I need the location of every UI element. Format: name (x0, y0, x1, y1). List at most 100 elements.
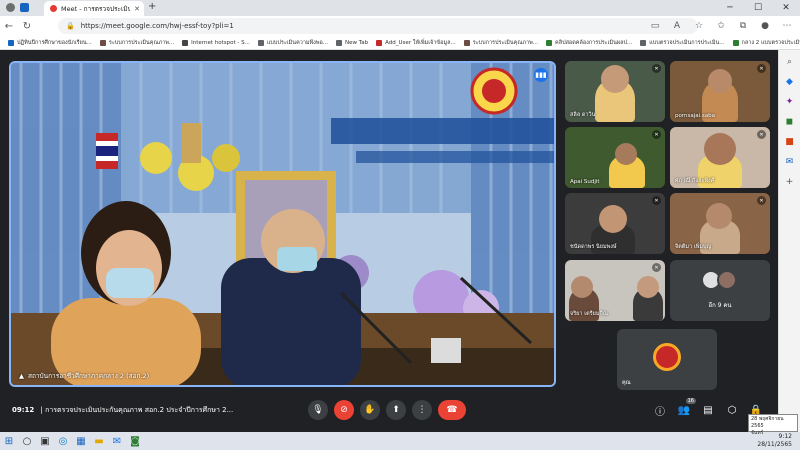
search-taskbar-icon[interactable]: ○ (18, 433, 36, 449)
present-button[interactable]: ⬆ (386, 400, 406, 420)
bookmark-label: ระบบการประเมินคุณภาพ... (472, 39, 539, 46)
tools-icon[interactable]: ✦ (784, 96, 796, 108)
people-button[interactable]: 👥 16 (677, 398, 696, 417)
participant-name: จริยา เตรียมกิณ (570, 311, 608, 317)
favorite-star-icon[interactable]: ☆ (690, 17, 708, 35)
store-icon[interactable]: ▦ (72, 433, 90, 449)
main-participant-label: สถาบันการอาชีวศึกษาภาคกลาง 2 (สอก.2) (28, 372, 150, 380)
bookmark-item[interactable]: ระบบการประเมินคุณภาพ... (463, 39, 539, 47)
bookmark-favicon-icon (463, 39, 470, 46)
mic-off-icon: ✕ (652, 130, 661, 139)
address-bar[interactable]: 🔒 https://meet.google.com/hwj-essf-toy?p… (58, 18, 698, 34)
new-tab-button[interactable]: + (148, 1, 156, 12)
bookmark-item[interactable]: กลาง 2 แบบตรวจประเมิน... (732, 39, 800, 47)
bookmark-item[interactable]: แบบตรวจประเมินการประเมิน... (640, 39, 725, 47)
meet-controls-bar: 09:12 | การตรวจประเมินประกันคุณภาพ สอก.2… (0, 394, 778, 426)
end-call-button[interactable]: ☎ (438, 400, 466, 420)
activities-button[interactable]: ⬡ (725, 403, 739, 417)
bookmark-item[interactable]: ปฏิทินปีการศึกษาของนักเรียน... (8, 39, 92, 47)
collections-icon[interactable]: ⧉ (734, 17, 752, 35)
main-video-tile[interactable]: ▮▮▮ ▲ สถาบันการอาชีวศึกษาภาคกลาง 2 (สอก.… (9, 61, 556, 387)
maximize-icon[interactable]: ☐ (744, 0, 772, 16)
taskbar: ⊞ ○ ▣ ◎ ▦ ▬ ✉ ◙ 9:12 28/11/2565 (0, 432, 800, 450)
mic-button[interactable]: 🎙 (308, 400, 328, 420)
participants-count-badge: 16 (685, 398, 696, 404)
tab-meet[interactable]: Meet - การตรวจประเมินประกัน... ✕ (44, 1, 144, 16)
participant-name: ชนัดดาพร นิยมพงษ์ (570, 244, 617, 250)
meeting-title: การตรวจประเมินประกันคุณภาพ สอก.2 ประจำปี… (45, 406, 234, 414)
outlook-icon[interactable]: ✉ (784, 156, 796, 168)
participant-tile[interactable]: ✕ ศุภาณี กังละพิงศ์ (670, 127, 770, 188)
bookmark-label: Internet hotspot - S... (191, 39, 250, 46)
bookmark-label: ปฏิทินปีการศึกษาของนักเรียน... (17, 39, 92, 46)
games-icon[interactable]: ◼ (784, 116, 796, 128)
self-tile[interactable]: คุณ (617, 329, 717, 390)
more-icon[interactable]: ⋯ (778, 17, 796, 35)
profile-icon[interactable] (6, 3, 15, 12)
bookmark-item[interactable]: คลิปสอดคล้องการประเมินผลป... (546, 39, 632, 47)
bookmark-label: New Tab (345, 39, 369, 46)
back-icon[interactable]: ← (0, 17, 18, 35)
workspaces-icon[interactable] (20, 3, 29, 12)
window-controls: ─ ☐ ✕ (716, 0, 800, 16)
read-aloud-icon[interactable]: A (668, 17, 686, 35)
participant-tile[interactable]: ✕ จิตติมา เพิ่มบุญ (670, 193, 770, 254)
line-app-icon[interactable]: ◙ (126, 433, 144, 449)
tooltip-day: จันทร์ (751, 430, 764, 436)
participant-tile[interactable]: ✕ pornsajai.saba (670, 61, 770, 122)
bookmark-favicon-icon (257, 39, 264, 46)
mic-off-icon: ✕ (652, 196, 661, 205)
self-name: คุณ (622, 380, 631, 386)
chat-button[interactable]: ▤ (701, 403, 715, 417)
mail-icon[interactable]: ✉ (108, 433, 126, 449)
chat-icon: ▤ (703, 404, 713, 416)
bookmark-item[interactable]: Internet hotspot - S... (182, 39, 250, 46)
add-icon[interactable]: + (784, 176, 796, 188)
close-window-icon[interactable]: ✕ (772, 0, 800, 16)
raise-hand-button[interactable]: ✋ (360, 400, 380, 420)
participant-tile[interactable]: ✕ ชนัดดาพร นิยมพงษ์ (565, 193, 665, 254)
meeting-details-button[interactable]: ⓘ (653, 403, 667, 418)
file-explorer-icon[interactable]: ▬ (90, 433, 108, 449)
bookmark-item[interactable]: แบบประเมินความพึงพอ... (257, 39, 329, 47)
more-options-button[interactable]: ⋮ (412, 400, 432, 420)
participant-tile[interactable]: ✕ Apai Sudjit (565, 127, 665, 188)
participant-name: จิตติมา เพิ่มบุญ (675, 244, 712, 250)
task-view-icon[interactable]: ▣ (36, 433, 54, 449)
bookmark-item[interactable]: Add_User ให้เพิ่มเจ้าข้อมูล... (376, 39, 456, 47)
participant-name: สลิล ดาวิน (570, 112, 596, 118)
bookmark-item[interactable]: New Tab (336, 39, 369, 46)
shopping-icon[interactable]: ◆ (784, 76, 796, 88)
bookmark-label: กลาง 2 แบบตรวจประเมิน... (741, 39, 800, 46)
bookmark-label: แบบประเมินความพึงพอ... (266, 39, 329, 46)
search-icon[interactable]: ⌕ (784, 56, 796, 68)
meeting-time: 09:12 (12, 406, 35, 414)
participant-tile[interactable]: ✕ สลิล ดาวิน (565, 61, 665, 122)
minimize-icon[interactable]: ─ (716, 0, 744, 16)
close-tab-icon[interactable]: ✕ (134, 5, 140, 13)
speaking-indicator-icon: ▮▮▮ (534, 68, 548, 82)
refresh-icon[interactable]: ↻ (18, 17, 36, 35)
bookmark-favicon-icon (376, 39, 383, 46)
favorites-icon[interactable]: ✩ (712, 17, 730, 35)
edge-icon[interactable]: ◎ (54, 433, 72, 449)
windows-start-icon[interactable]: ⊞ (0, 433, 18, 449)
profile-avatar-icon[interactable]: ● (756, 17, 774, 35)
lock-icon[interactable]: 🔒 (66, 22, 75, 30)
hand-icon: ✋ (364, 405, 376, 415)
participant-tile[interactable]: ✕ จริยา เตรียมกิณ (565, 260, 665, 321)
bookmark-label: Add_User ให้เพิ่มเจ้าข้อมูล... (385, 39, 456, 46)
camera-off-button[interactable]: ⊘ (334, 400, 354, 420)
bookmark-favicon-icon (182, 39, 189, 46)
mic-off-icon: ✕ (652, 263, 661, 272)
bookmark-favicon-icon (8, 39, 14, 46)
recording-icon (50, 5, 57, 12)
tab-title: Meet - การตรวจประเมินประกัน... (61, 4, 131, 13)
more-participants-tile[interactable]: อีก 9 คน (670, 260, 770, 321)
camera-indicator-icon[interactable]: ▭ (646, 17, 664, 35)
clock-date: 28/11/2565 (757, 441, 792, 448)
participant-avatar (717, 270, 737, 290)
participant-name: pornsajai.saba (675, 113, 716, 119)
bookmark-item[interactable]: ระบบการประเมินคุณภาพ... (99, 39, 174, 47)
office-icon[interactable]: ■ (784, 136, 796, 148)
